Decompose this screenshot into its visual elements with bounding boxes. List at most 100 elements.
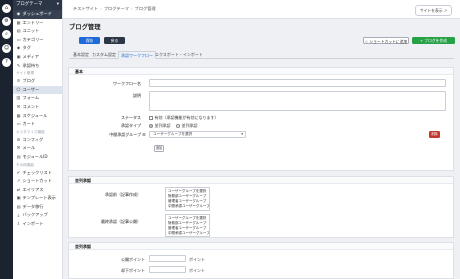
reject-point-input[interactable] — [149, 266, 186, 273]
sidebar-item-label: ユーザー — [22, 86, 40, 92]
radio-button[interactable] — [149, 124, 153, 128]
description-textarea[interactable] — [149, 91, 446, 111]
approval-type-radio-2[interactable]: 並列承認 — [176, 123, 198, 129]
radio-button[interactable] — [176, 124, 180, 128]
sidebar-item-icon: ✎ — [16, 62, 21, 68]
sidebar: ブログテーマ ▾ ◉ ダッシュボード ▦ エントリー ▤ ユニット ▭ カテゴリー ◆ タグ ▣ メ… — [13, 0, 63, 279]
sidebar-item-icon: ▭ — [16, 121, 21, 127]
delete-group-button[interactable]: 削除 — [429, 131, 440, 138]
sidebar-item[interactable]: ▤ データ移行 — [13, 203, 62, 212]
sidebar-item[interactable]: ◆ タグ — [13, 44, 62, 53]
search-icon[interactable]: ⌕ — [2, 30, 11, 39]
sidebar-item[interactable]: ☺ ユーザー — [13, 85, 62, 95]
reject-point-label: 却下ポイント — [121, 268, 145, 273]
tab-custom-settings[interactable]: カスタム設定 — [92, 51, 116, 59]
add-group-button[interactable]: 追加 — [154, 145, 164, 152]
page-title: ブログ管理 — [69, 24, 101, 31]
sidebar-item-label: 承認待ち — [22, 62, 40, 68]
help-icon[interactable]: ? — [2, 58, 11, 67]
sidebar-item[interactable]: ▦ エントリー — [13, 19, 62, 28]
save-button[interactable]: 保存 — [79, 37, 100, 44]
description-label: 説明 — [133, 93, 141, 98]
sidebar-item-label: コンフィグ — [22, 136, 44, 142]
sidebar-item-icon: ▤ — [16, 203, 21, 209]
sidebar-item[interactable]: ↗ ショートカット — [13, 177, 62, 186]
sidebar-item[interactable]: ✉ コメント — [13, 103, 62, 112]
tab-export-import[interactable]: エクスポート・インポート — [155, 51, 203, 59]
middle-group-label: 中間承認グループ — [109, 132, 141, 137]
sidebar-item-dashboard[interactable]: ◉ ダッシュボード — [13, 10, 62, 19]
publish-point-input[interactable] — [149, 255, 186, 262]
sidebar-item[interactable]: ✔ チェックリスト — [13, 169, 62, 178]
sidebar-item[interactable]: ⤓ バックアップ — [13, 211, 62, 220]
sidebar-group-content: ▦ エントリー ▤ ユニット ▭ カテゴリー ◆ タグ ▣ メディア ✎ 承認待ち — [13, 19, 62, 71]
status-checkbox[interactable] — [149, 116, 153, 120]
add-shortcut-button[interactable]: ☆ ショートカットに追加 — [363, 37, 409, 44]
sidebar-item-label: エイリアス — [22, 186, 44, 192]
sidebar-item[interactable]: ⇩ インポート — [13, 220, 62, 229]
sidebar-item-label: インポート — [22, 221, 44, 227]
publish-point-label: 公開ポイント — [121, 257, 145, 262]
create-blog-button[interactable]: + ブログを作成 — [412, 37, 455, 44]
sidebar-item-icon: ✉ — [16, 145, 21, 151]
final-approver-listbox[interactable]: ユーザーグループを選択 財務部ユーザーグループ 管理者ユーザーグループ 中間承認… — [165, 214, 210, 237]
listbox-option[interactable]: 中間承認ユーザーグループ — [168, 204, 209, 209]
sidebar-item[interactable]: ✉ メール — [13, 144, 62, 153]
sidebar-item[interactable]: ▦ スケジュール — [13, 112, 62, 121]
status-checkbox-row[interactable]: 有効（承認機能が有効になります） — [149, 115, 219, 121]
sidebar-item[interactable]: ▣ メディア — [13, 53, 62, 62]
approval-type-radio-1[interactable]: 並列承認 — [149, 123, 171, 129]
sidebar-item[interactable]: ▣ テンプレート表示 — [13, 194, 62, 203]
tab-approval-workflow[interactable]: 承認ワークフロー — [118, 51, 156, 59]
sidebar-item-icon: ▦ — [16, 19, 21, 25]
sidebar-item-label: メディア — [22, 53, 39, 59]
sidebar-item[interactable]: ⚙ コンフィグ — [13, 136, 62, 145]
sidebar-item-icon: ▭ — [16, 36, 21, 42]
breadcrumb-item[interactable]: ブログ管理 — [135, 6, 156, 11]
view-site-button[interactable]: サイトを表示 ↗ — [414, 5, 452, 16]
sidebar-item-icon: ▤ — [16, 28, 21, 34]
sidebar-item-label: カート — [22, 121, 36, 127]
back-button[interactable]: 戻る — [104, 37, 125, 44]
main-content: ブログ管理 保存 戻る ☆ ショートカットに追加 + ブログを作成 基本設定 カ… — [63, 19, 460, 279]
sidebar-item[interactable]: ▥ フォーム — [13, 94, 62, 103]
drag-handle-icon[interactable]: ☰ — [142, 132, 146, 137]
sidebar-item-label: ショートカット — [22, 178, 52, 184]
sidebar-item-label: フォーム — [22, 95, 40, 101]
sidebar-item[interactable]: ⇄ エイリアス — [13, 186, 62, 195]
sidebar-item-label: テンプレート表示 — [22, 195, 56, 201]
gear-icon[interactable]: ⚙ — [2, 17, 11, 26]
sidebar-item[interactable]: ▤ モジュールID — [13, 153, 62, 162]
breadcrumb-item[interactable]: ブログテーマ — [104, 6, 129, 11]
breadcrumb-separator: › — [100, 6, 102, 11]
approvers-panel: 並列承認 承認前（記事作成） ユーザーグループを選択 財務部ユーザーグループ 管… — [68, 176, 454, 238]
sidebar-item-icon: ▤ — [16, 153, 21, 159]
sidebar-item-icon: ▣ — [16, 195, 21, 201]
sidebar-item-label: カテゴリー — [22, 36, 44, 42]
home-icon[interactable]: ⌂ — [2, 4, 11, 13]
star-icon: ☆ — [364, 39, 369, 44]
listbox-option[interactable]: 中間承認ユーザーグループ — [168, 231, 209, 236]
top-bar: テストサイト › ブログテーマ › ブログ管理 サイトを表示 ↗ — [63, 0, 460, 19]
external-link-icon: ↗ — [443, 7, 447, 13]
first-approver-listbox[interactable]: ユーザーグループを選択 財務部ユーザーグループ 管理者ユーザーグループ 中間承認… — [165, 187, 210, 211]
sidebar-section-site: サイト管理 — [16, 71, 34, 76]
sidebar-group-site: ≡ ブログ ☺ ユーザー ▥ フォーム ✉ コメント ▦ スケジュール ▭ カート — [13, 77, 62, 129]
tab-bar: 基本設定 カスタム設定 承認ワークフロー エクスポート・インポート — [69, 50, 454, 59]
middle-group-select[interactable]: ユーザーグループを選択 ▾ — [149, 131, 246, 138]
site-menu-header[interactable]: ブログテーマ ▾ — [13, 0, 62, 10]
sidebar-item[interactable]: ✎ 承認待ち — [13, 62, 62, 71]
sidebar-item-label: メール — [22, 145, 36, 151]
sidebar-item[interactable]: ▭ カテゴリー — [13, 36, 62, 45]
user-icon[interactable]: ☺ — [2, 44, 11, 53]
sidebar-item-icon: ⇄ — [16, 186, 21, 192]
sidebar-item[interactable]: ≡ ブログ — [13, 77, 62, 86]
sidebar-section-custom: カスタマイズ機能 — [16, 129, 45, 134]
sidebar-item[interactable]: ▤ ユニット — [13, 27, 62, 36]
workflow-name-input[interactable] — [149, 79, 446, 87]
sidebar-item[interactable]: ▭ カート — [13, 120, 62, 129]
status-label: ステータス — [121, 115, 141, 120]
tab-basic-settings[interactable]: 基本設定 — [73, 51, 89, 59]
breadcrumb-item[interactable]: テストサイト — [73, 6, 98, 11]
panel-header: 基本 — [69, 68, 453, 75]
